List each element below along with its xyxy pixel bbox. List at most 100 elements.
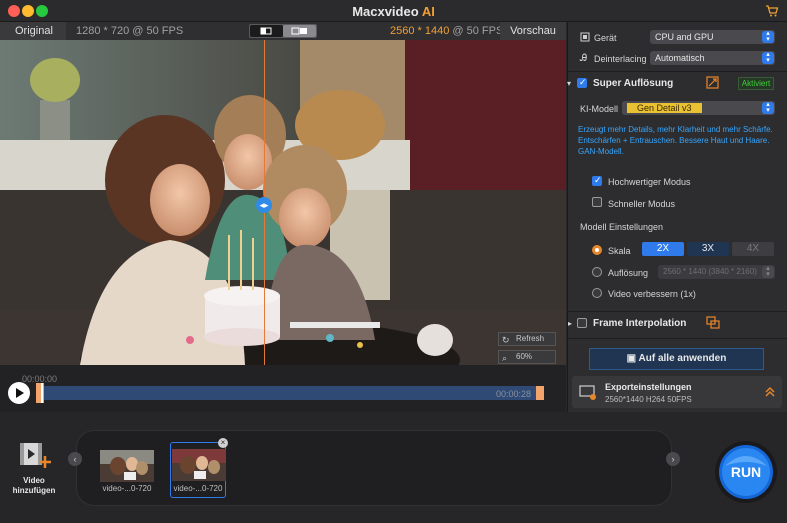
add-video-label-1: Video	[23, 476, 45, 485]
super-resolution-label: Super Auflösung	[593, 78, 674, 89]
enhance-video-label: Video verbessern (1x)	[608, 289, 696, 299]
divider	[567, 71, 787, 72]
scale-radio[interactable]	[592, 245, 602, 255]
add-video-icon	[20, 443, 51, 468]
chevron-double-up-icon[interactable]	[764, 386, 776, 398]
chevron-updown-icon: ▴ ▾	[762, 30, 774, 43]
activated-badge: Aktiviert	[738, 77, 774, 90]
chevron-updown-icon: ▴ ▾	[762, 265, 774, 278]
add-video-label-2: hinzufügen	[12, 486, 56, 495]
split-view-button[interactable]	[250, 25, 283, 37]
zoom-button[interactable]: ⌕ 60%	[498, 350, 556, 364]
scale-2x-button[interactable]: 2X	[642, 242, 684, 256]
run-label: RUN	[730, 464, 762, 480]
clip-thumbnail	[100, 450, 154, 482]
apply-to-all-button[interactable]: ▣ Auf alle anwenden	[589, 348, 764, 370]
device-select-value: CPU and GPU	[655, 32, 714, 42]
enhance-video-radio[interactable]	[592, 288, 602, 298]
original-resolution: 1280 * 720 @ 50 FPS	[76, 25, 184, 37]
cart-icon[interactable]	[765, 4, 779, 18]
deinterlace-select[interactable]: Automatisch ▴ ▾	[650, 51, 775, 65]
save-all-icon: ▣	[626, 353, 639, 364]
divider	[567, 338, 787, 339]
ki-model-value: Gen Detail v3	[627, 103, 702, 113]
output-resolution: 2560 * 1440 @ 50 FPS	[390, 22, 503, 40]
deinterlace-select-value: Automatisch	[655, 53, 705, 63]
compare-mode-toggle[interactable]	[249, 24, 317, 38]
app-window: Macxvideo AI Original 1280 * 720 @ 50 FP…	[0, 0, 787, 523]
ki-model-description: Erzeugt mehr Details, mehr Klarheit und …	[578, 125, 773, 156]
zoom-icon: ⌕	[502, 353, 508, 363]
resolution-select[interactable]: 2560 * 1440 (3840 * 2160) ▴ ▾	[658, 265, 775, 279]
app-suffix: AI	[421, 4, 435, 19]
expand-arrow-icon[interactable]: ▸	[568, 319, 572, 328]
ki-model-label: KI-Modell	[580, 104, 619, 114]
device-label: Gerät	[594, 33, 617, 43]
scale-4x-button[interactable]: 4X	[732, 242, 774, 256]
high-quality-checkbox[interactable]	[592, 175, 602, 186]
device-select[interactable]: CPU and GPU ▴ ▾	[650, 30, 775, 44]
export-settings-title: Exporteinstellungen	[605, 382, 692, 392]
divider	[567, 311, 787, 312]
video-preview[interactable]: ↻ Refresh ⌕ 60%	[0, 40, 566, 365]
timecode-end: 00:00:28	[496, 389, 532, 399]
add-video-button[interactable]: Video hinzufügen	[12, 440, 56, 496]
frames-icon[interactable]	[706, 316, 720, 329]
preview-tab[interactable]: Vorschau	[500, 22, 566, 40]
export-settings-icon	[579, 385, 596, 400]
high-quality-label: Hochwertiger Modus	[608, 177, 691, 187]
device-icon	[580, 32, 590, 42]
output-fps: @ 50 FPS	[449, 25, 504, 37]
collapse-arrow-icon[interactable]: ▾	[567, 79, 571, 88]
title-bar: Macxvideo AI	[0, 0, 787, 22]
scale-label: Skala	[608, 246, 631, 256]
video-frame-image	[0, 40, 566, 365]
output-resolution-value: 2560 * 1440	[390, 25, 450, 37]
remove-clip-icon[interactable]: ×	[218, 438, 228, 448]
apply-to-all-label: Auf alle anwenden	[638, 353, 727, 364]
refresh-icon: ↻	[502, 335, 510, 345]
app-name: Macxvideo	[352, 4, 419, 19]
resolution-select-value: 2560 * 1440 (3840 * 2160)	[663, 267, 757, 276]
export-settings-detail: 2560*1440 H264 50FPS	[605, 395, 692, 404]
clip-label: video-...0-720	[173, 484, 223, 493]
fast-mode-label: Schneller Modus	[608, 199, 676, 209]
compare-split-handle[interactable]: ◂▸	[256, 197, 272, 213]
clip-item[interactable]: video-...0-720	[100, 450, 154, 496]
play-button[interactable]	[8, 382, 30, 404]
frame-interpolation-checkbox[interactable]	[577, 318, 587, 328]
preview-header: Original 1280 * 720 @ 50 FPS 2560 * 1440…	[0, 22, 566, 40]
super-resolution-checkbox[interactable]	[577, 77, 587, 88]
chevron-updown-icon: ▴ ▾	[762, 51, 774, 64]
trim-start-handle[interactable]	[36, 383, 44, 403]
refresh-label: Refresh	[516, 334, 545, 343]
refresh-button[interactable]: ↻ Refresh	[498, 332, 556, 346]
resolution-label: Auflösung	[608, 268, 649, 278]
frame-interpolation-label: Frame Interpolation	[593, 318, 687, 329]
zoom-label: 60%	[516, 352, 533, 361]
fast-mode-checkbox[interactable]	[592, 197, 602, 207]
ki-model-select[interactable]: Gen Detail v3 ▴ ▾	[622, 101, 775, 115]
trim-end-handle[interactable]	[536, 386, 544, 400]
scroll-left-button[interactable]: ‹	[68, 452, 82, 466]
clip-strip	[76, 430, 672, 506]
resolution-radio[interactable]	[592, 267, 602, 277]
clip-label: video-...0-720	[102, 484, 152, 493]
deinterlace-icon: Ꭿ	[580, 53, 588, 64]
original-tab[interactable]: Original	[0, 22, 66, 40]
model-settings-heading: Modell Einstellungen	[580, 222, 664, 232]
side-by-side-button[interactable]	[283, 25, 316, 37]
timeline-track[interactable]	[36, 386, 544, 400]
clip-item-selected[interactable]: video-...0-720 ×	[170, 438, 228, 498]
compare-icon[interactable]	[706, 76, 719, 89]
chevron-updown-icon: ▴ ▾	[762, 101, 774, 114]
side-by-side-icon	[291, 27, 307, 35]
app-title: Macxvideo AI	[0, 4, 787, 19]
deinterlace-label: Deinterlacing	[594, 54, 647, 64]
add-video-label: Video hinzufügen	[12, 476, 56, 496]
split-view-icon	[260, 27, 272, 35]
export-settings-panel[interactable]: Exporteinstellungen 2560*1440 H264 50FPS	[572, 376, 782, 408]
scroll-right-button[interactable]: ›	[666, 452, 680, 466]
clip-thumbnail	[172, 449, 226, 481]
scale-3x-button[interactable]: 3X	[687, 242, 729, 256]
